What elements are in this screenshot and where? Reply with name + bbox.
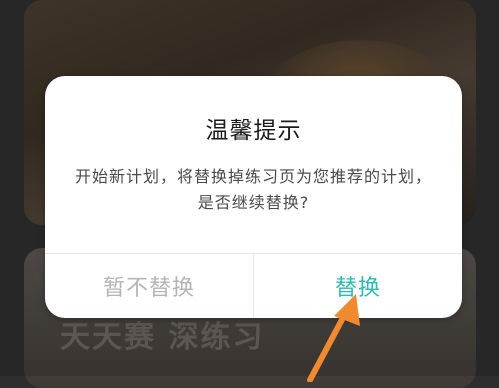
annotation-arrow-icon — [307, 294, 360, 382]
dialog-title: 温馨提示 — [205, 118, 302, 144]
dialog-button-row: 暂不替换 替换 — [45, 253, 462, 318]
confirm-dialog: 温馨提示 开始新计划，将替换掉练习页为您推荐的计划，是否继续替换? 暂不替换 替… — [45, 76, 462, 318]
cancel-button[interactable]: 暂不替换 — [45, 254, 254, 318]
dialog-message: 开始新计划，将替换掉练习页为您推荐的计划，是否继续替换? — [74, 167, 432, 212]
